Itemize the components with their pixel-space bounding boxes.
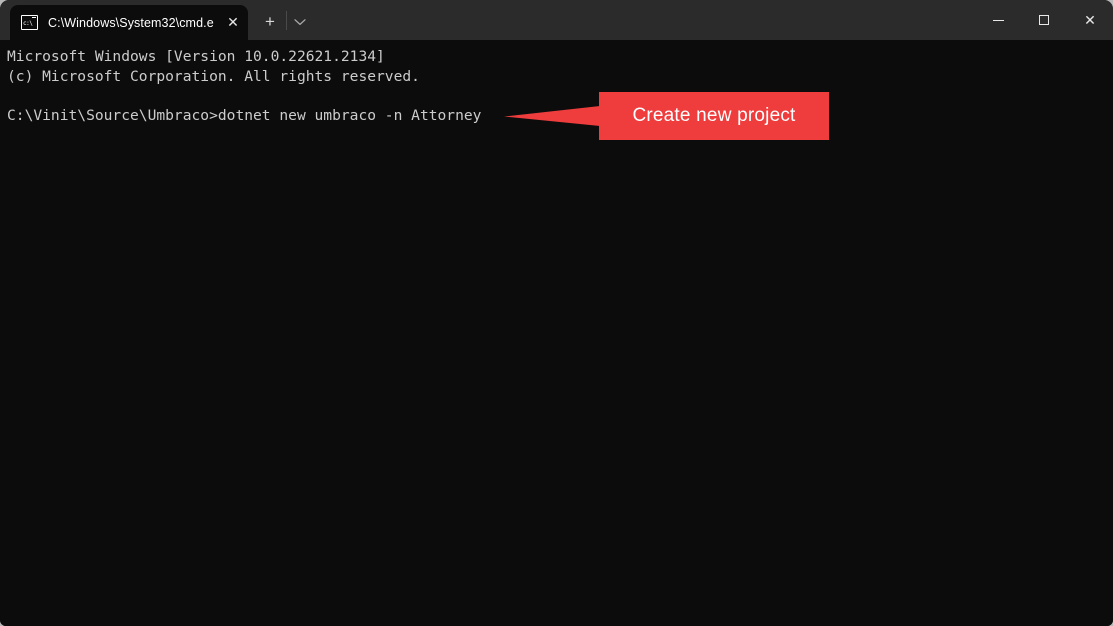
tab-title: C:\Windows\System32\cmd.e bbox=[48, 15, 214, 30]
window-titlebar: c:\ C:\Windows\System32\cmd.e ✕ + ✕ bbox=[0, 0, 1113, 40]
window-controls: ✕ bbox=[975, 0, 1113, 40]
terminal-tab-active[interactable]: c:\ C:\Windows\System32\cmd.e ✕ bbox=[10, 5, 248, 40]
terminal-output[interactable]: Microsoft Windows [Version 10.0.22621.21… bbox=[0, 40, 1113, 626]
annotation-label: Create new project bbox=[632, 105, 796, 126]
close-button[interactable]: ✕ bbox=[1067, 0, 1113, 40]
annotation-callout: Create new project bbox=[599, 92, 829, 140]
tab-close-icon[interactable]: ✕ bbox=[218, 8, 248, 38]
maximize-button[interactable] bbox=[1021, 0, 1067, 40]
terminal-line: (c) Microsoft Corporation. All rights re… bbox=[7, 67, 420, 85]
tabbar-divider bbox=[286, 11, 287, 30]
terminal-line: Microsoft Windows [Version 10.0.22621.21… bbox=[7, 48, 385, 65]
callout-arrow-icon bbox=[504, 106, 600, 126]
chevron-down-icon[interactable] bbox=[288, 9, 312, 35]
cmd-console-icon: c:\ bbox=[21, 15, 38, 30]
console-window: c:\ C:\Windows\System32\cmd.e ✕ + ✕ Micr… bbox=[0, 0, 1113, 626]
minimize-button[interactable] bbox=[975, 0, 1021, 40]
new-tab-button[interactable]: + bbox=[257, 9, 283, 35]
